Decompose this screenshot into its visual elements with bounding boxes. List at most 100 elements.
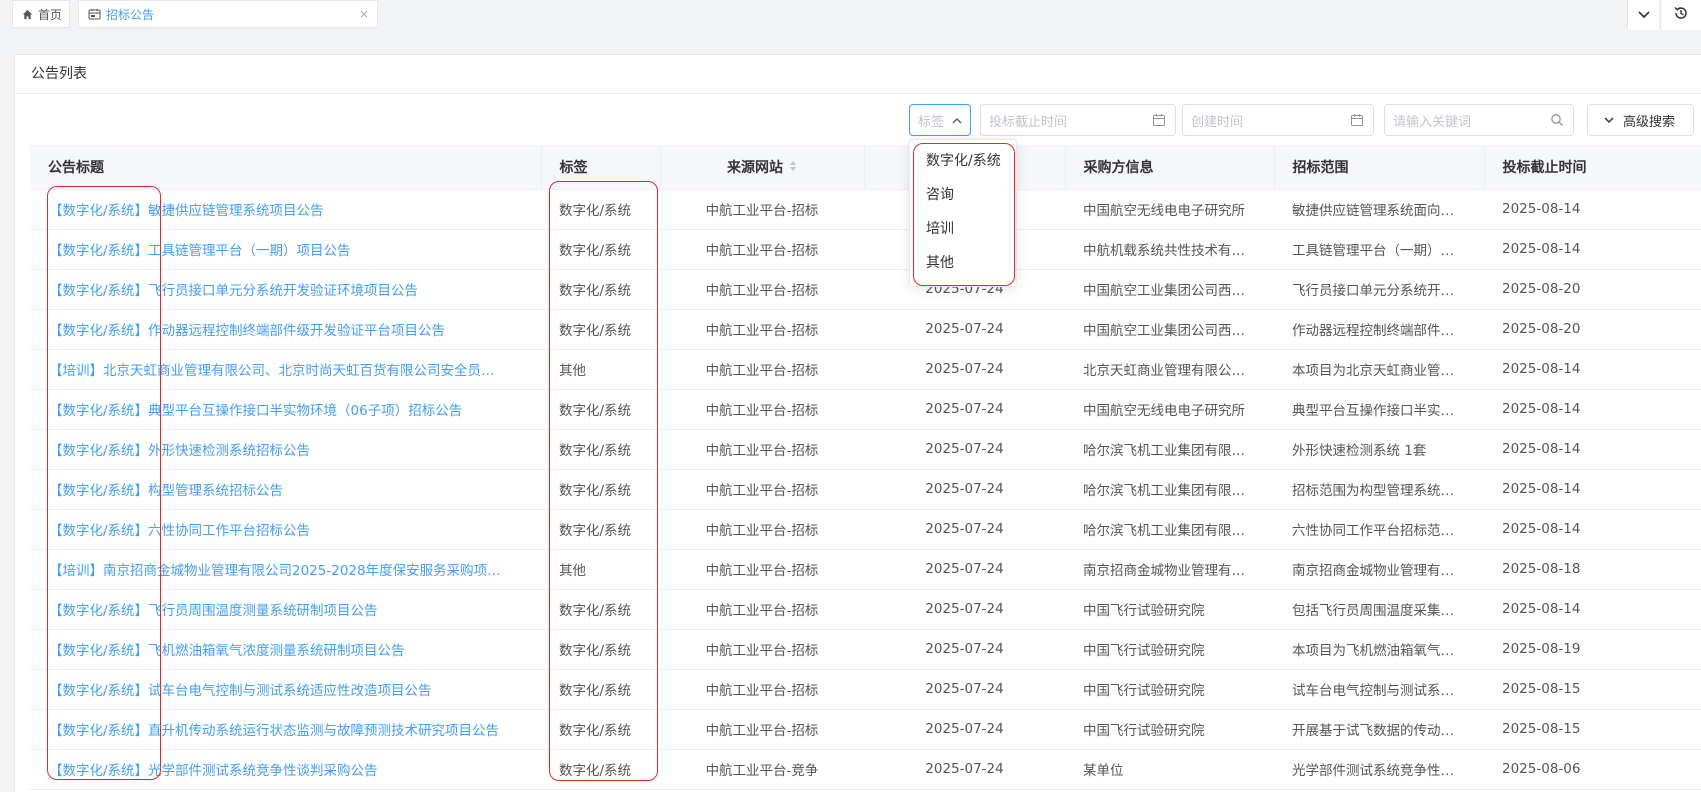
history-button[interactable] xyxy=(1660,0,1701,30)
col-header-deadline: 投标截止时间 xyxy=(1484,145,1701,190)
deadline-date-picker[interactable]: 投标截止时间 xyxy=(980,104,1176,136)
table-row[interactable]: 【数字化/系统】飞行员接口单元分系统开发验证环境项目公告 数字化/系统 中航工业平台… xyxy=(30,269,1701,310)
cell-buyer: 中国飞行试验研究院 xyxy=(1065,589,1274,630)
tag-select-placeholder: 标签 xyxy=(918,114,945,130)
cell-title[interactable]: 【数字化/系统】工具链管理平台（一期）项目公告 xyxy=(30,229,541,270)
table-row[interactable]: 【数字化/系统】试车台电气控制与测试系统适应性改造项目公告 数字化/系统 中航工业平… xyxy=(30,669,1701,710)
table-row[interactable]: 【数字化/系统】飞行员周围温度测量系统研制项目公告 数字化/系统 中航工业平台-招标… xyxy=(30,589,1701,630)
table-row[interactable]: 【数字化/系统】光学部件测试系统竞争性谈判采购公告 数字化/系统 中航工业平台-竞争… xyxy=(30,749,1701,790)
cell-deadline: 2025-08-14 xyxy=(1484,589,1701,630)
cell-title[interactable]: 【培训】北京天虹商业管理有限公司、北京时尚天虹百货有限公司安全员… xyxy=(30,349,541,390)
tag-select[interactable]: 标签 xyxy=(909,104,971,136)
cell-date: 2025-07-24 xyxy=(864,549,1065,590)
table-row[interactable]: 【数字化/系统】外形快速检测系统招标公告 数字化/系统 中航工业平台-招标 2025-… xyxy=(30,429,1701,470)
table-row[interactable]: 【数字化/系统】飞机燃油箱氧气浓度测量系统研制项目公告 数字化/系统 中航工业平台-… xyxy=(30,629,1701,670)
advanced-search-button[interactable]: 高级搜索 xyxy=(1587,104,1694,136)
tag-option-training[interactable]: 培训 xyxy=(910,212,1016,246)
cell-title[interactable]: 【数字化/系统】试车台电气控制与测试系统适应性改造项目公告 xyxy=(30,669,541,710)
table-row[interactable]: 【数字化/系统】典型平台互操作接口半实物环境（06子项）招标公告 数字化/系统 中航… xyxy=(30,389,1701,430)
cell-scope: 开展基于试飞数据的传动… xyxy=(1274,709,1484,750)
cell-title[interactable]: 【数字化/系统】构型管理系统招标公告 xyxy=(30,469,541,510)
cell-scope: 六性协同工作平台招标范… xyxy=(1274,509,1484,550)
cell-title[interactable]: 【培训】南京招商金城物业管理有限公司2025-2028年度保安服务采购项… xyxy=(30,549,541,590)
cell-date: 2025-07-24 xyxy=(864,509,1065,550)
table-row[interactable]: 【数字化/系统】六性协同工作平台招标公告 数字化/系统 中航工业平台-招标 2025-… xyxy=(30,509,1701,550)
cell-title[interactable]: 【数字化/系统】作动器远程控制终端部件级开发验证平台项目公告 xyxy=(30,309,541,350)
cell-title[interactable]: 【数字化/系统】外形快速检测系统招标公告 xyxy=(30,429,541,470)
created-date-picker[interactable]: 创建时间 xyxy=(1182,104,1374,136)
created-placeholder: 创建时间 xyxy=(1191,114,1244,130)
cell-source: 中航工业平台-招标 xyxy=(660,669,864,710)
cell-source: 中航工业平台-招标 xyxy=(660,469,864,510)
keyword-search-input[interactable]: 请输入关键词 xyxy=(1384,104,1574,136)
cell-scope: 光学部件测试系统竞争性… xyxy=(1274,749,1484,790)
table-row[interactable]: 【数字化/系统】工具链管理平台（一期）项目公告 数字化/系统 中航工业平台-招标 中航… xyxy=(30,229,1701,270)
cell-deadline: 2025-08-14 xyxy=(1484,389,1701,430)
tab-home[interactable]: 首页 xyxy=(12,0,70,28)
cell-tag: 数字化/系统 xyxy=(541,629,660,670)
cell-title[interactable]: 【数字化/系统】直升机传动系统运行状态监测与故障预测技术研究项目公告 xyxy=(30,709,541,750)
cell-date: 2025-07-24 xyxy=(864,589,1065,630)
calendar-icon xyxy=(1350,113,1364,131)
cell-date: 2025-07-24 xyxy=(864,709,1065,750)
cell-source: 中航工业平台-招标 xyxy=(660,429,864,470)
tab-bid-notice[interactable]: 招标公告 × xyxy=(78,0,378,28)
cell-source: 中航工业平台-招标 xyxy=(660,229,864,270)
table-row[interactable]: 【数字化/系统】作动器远程控制终端部件级开发验证平台项目公告 数字化/系统 中航工业… xyxy=(30,309,1701,350)
cell-tag: 数字化/系统 xyxy=(541,469,660,510)
table-row[interactable]: 【培训】北京天虹商业管理有限公司、北京时尚天虹百货有限公司安全员… 其他 中航工业平… xyxy=(30,349,1701,390)
chevron-down-icon xyxy=(1604,116,1614,124)
sort-icon[interactable] xyxy=(789,160,797,176)
tag-option-consulting[interactable]: 咨询 xyxy=(910,178,1016,212)
cell-tag: 数字化/系统 xyxy=(541,269,660,310)
tab-home-label: 首页 xyxy=(38,7,63,22)
table-row[interactable]: 【数字化/系统】敏捷供应链管理系统项目公告 数字化/系统 中航工业平台-招标 中国航空… xyxy=(30,189,1701,230)
tab-bar: 首页 招标公告 × xyxy=(0,0,1701,30)
tag-dropdown: 数字化/系统 咨询 培训 其他 xyxy=(909,139,1017,287)
cell-tag: 数字化/系统 xyxy=(541,189,660,230)
cell-buyer: 某单位 xyxy=(1065,749,1274,790)
cell-tag: 数字化/系统 xyxy=(541,229,660,270)
cell-title[interactable]: 【数字化/系统】敏捷供应链管理系统项目公告 xyxy=(30,189,541,230)
cell-scope: 外形快速检测系统 1套 xyxy=(1274,429,1484,470)
cell-scope: 招标范围为构型管理系统… xyxy=(1274,469,1484,510)
search-icon[interactable] xyxy=(1550,113,1564,131)
tag-option-other[interactable]: 其他 xyxy=(910,246,1016,280)
cell-date: 2025-07-24 xyxy=(864,469,1065,510)
tabs-menu-button[interactable] xyxy=(1627,0,1659,30)
table-row[interactable]: 【数字化/系统】构型管理系统招标公告 数字化/系统 中航工业平台-招标 2025-07… xyxy=(30,469,1701,510)
cell-buyer: 中国航空无线电电子研究所 xyxy=(1065,189,1274,230)
cell-date: 2025-07-24 xyxy=(864,669,1065,710)
cell-title[interactable]: 【数字化/系统】六性协同工作平台招标公告 xyxy=(30,509,541,550)
cell-buyer: 中国飞行试验研究院 xyxy=(1065,629,1274,670)
col-header-source[interactable]: 来源网站 xyxy=(660,145,865,190)
cell-scope: 工具链管理平台（一期）… xyxy=(1274,229,1484,270)
calendar-icon xyxy=(1152,113,1166,131)
tag-option-digital[interactable]: 数字化/系统 xyxy=(910,144,1016,178)
cell-title[interactable]: 【数字化/系统】飞行员接口单元分系统开发验证环境项目公告 xyxy=(30,269,541,310)
cell-deadline: 2025-08-15 xyxy=(1484,709,1701,750)
cell-deadline: 2025-08-14 xyxy=(1484,189,1701,230)
table-row[interactable]: 【数字化/系统】直升机传动系统运行状态监测与故障预测技术研究项目公告 数字化/系统… xyxy=(30,709,1701,750)
cell-buyer: 中国航空无线电电子研究所 xyxy=(1065,389,1274,430)
cell-scope: 典型平台互操作接口半实… xyxy=(1274,389,1484,430)
tab-bid-notice-label: 招标公告 xyxy=(106,7,155,22)
table-row[interactable]: 【培训】南京招商金城物业管理有限公司2025-2028年度保安服务采购项… 其他中… xyxy=(30,549,1701,590)
cell-tag: 其他 xyxy=(541,549,660,590)
cell-title[interactable]: 【数字化/系统】光学部件测试系统竞争性谈判采购公告 xyxy=(30,749,541,790)
cell-title[interactable]: 【数字化/系统】典型平台互操作接口半实物环境（06子项）招标公告 xyxy=(30,389,541,430)
close-icon[interactable]: × xyxy=(359,8,369,20)
advanced-search-label: 高级搜索 xyxy=(1623,114,1676,130)
cell-deadline: 2025-08-14 xyxy=(1484,229,1701,270)
cell-date: 2025-07-24 xyxy=(864,429,1065,470)
cell-title[interactable]: 【数字化/系统】飞行员周围温度测量系统研制项目公告 xyxy=(30,589,541,630)
cell-source: 中航工业平台-招标 xyxy=(660,389,864,430)
cell-buyer: 中国飞行试验研究院 xyxy=(1065,669,1274,710)
cell-source: 中航工业平台-招标 xyxy=(660,189,864,230)
cell-scope: 包括飞行员周围温度采集… xyxy=(1274,589,1484,630)
cell-source: 中航工业平台-招标 xyxy=(660,349,864,390)
cell-tag: 数字化/系统 xyxy=(541,389,660,430)
cell-deadline: 2025-08-06 xyxy=(1484,749,1701,790)
deadline-placeholder: 投标截止时间 xyxy=(989,114,1068,130)
cell-title[interactable]: 【数字化/系统】飞机燃油箱氧气浓度测量系统研制项目公告 xyxy=(30,629,541,670)
